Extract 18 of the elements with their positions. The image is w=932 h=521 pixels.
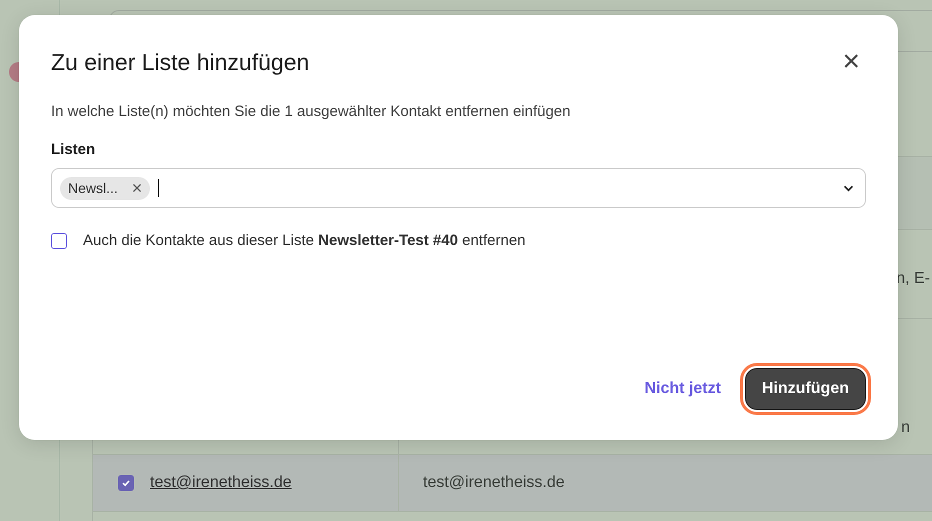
list-select[interactable]: Newsl... × — [51, 168, 866, 208]
dialog-title: Zu einer Liste hinzufügen — [51, 48, 310, 76]
chip-remove-button[interactable]: × — [132, 179, 142, 197]
table-cell: n — [901, 419, 910, 437]
checkbox[interactable] — [51, 232, 67, 248]
email-link[interactable]: test@irenetheiss.de — [150, 474, 292, 492]
check-icon — [121, 478, 131, 488]
table-cell: test@irenetheiss.de — [423, 474, 565, 492]
description-text: In welche Liste(n) möchten Sie die 1 ausgewählter Kontakt entfernen einfügen — [51, 103, 572, 120]
checkbox-label: Auch die Kontakte aus dieser Liste Newsletter-Test #40 entfernen — [83, 232, 526, 249]
text-cursor — [158, 179, 160, 197]
chip-label: Newsl... — [68, 180, 118, 196]
table-row[interactable]: test@irenetheiss.de test@irenetheiss.de — [93, 455, 932, 512]
row-checkbox[interactable] — [118, 475, 134, 491]
chevron-down-icon[interactable] — [843, 184, 854, 192]
close-button[interactable]: × — [842, 47, 860, 77]
cancel-link[interactable]: Nicht jetzt — [640, 376, 725, 402]
field-label: Listen — [51, 141, 96, 158]
